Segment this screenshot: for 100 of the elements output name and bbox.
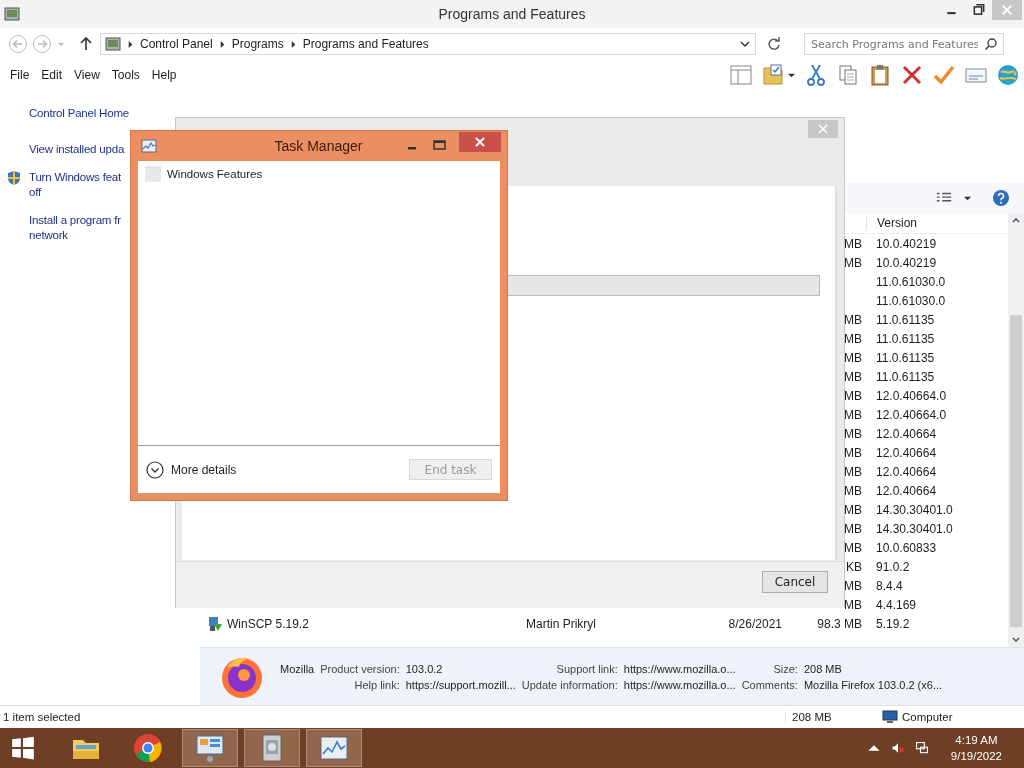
- window-title: Programs and Features: [437, 6, 587, 22]
- sidebar-link[interactable]: Install a program fr network: [29, 213, 121, 243]
- sidebar-link[interactable]: View installed upda: [29, 142, 125, 157]
- chevron-icon: [289, 39, 297, 49]
- chart-window-icon: [141, 138, 157, 154]
- shield-icon: [6, 170, 22, 186]
- detail-value: Mozilla Firefox 103.0.2 (x6...: [803, 678, 943, 691]
- folder-check-icon[interactable]: [761, 63, 785, 87]
- status-size: 208 MB: [785, 711, 874, 723]
- table-cell: MB: [844, 312, 862, 327]
- table-cell: 11.0.61135: [876, 369, 935, 384]
- scissors-icon[interactable]: [804, 63, 828, 87]
- table-cell: 11.0.61135: [876, 331, 935, 346]
- table-cell: 11.0.61135: [876, 312, 935, 327]
- table-cell: 91.0.2: [876, 559, 910, 574]
- window-title: Task Manager: [273, 138, 364, 154]
- more-details-link[interactable]: More details: [171, 462, 237, 477]
- taskbar-button[interactable]: [244, 729, 300, 767]
- paste-icon[interactable]: [868, 63, 892, 87]
- detail-label: Update information:: [521, 678, 618, 691]
- table-cell: WinSCP 5.19.2: [227, 616, 309, 631]
- start-icon[interactable]: [10, 735, 36, 761]
- menu-item[interactable]: View: [68, 68, 106, 82]
- table-cell: 4.4.169: [876, 597, 917, 612]
- table-cell: MB: [844, 407, 862, 422]
- table-cell: MB: [844, 578, 862, 593]
- clock-time[interactable]: 4:19 AM: [955, 732, 998, 748]
- table-cell: MB: [844, 597, 862, 612]
- table-cell: MB: [844, 521, 862, 536]
- globe-icon[interactable]: [996, 63, 1020, 87]
- table-cell: MB: [844, 369, 862, 384]
- refresh-icon[interactable]: [766, 36, 782, 52]
- detail-label: Product version:: [320, 662, 400, 675]
- table-cell: 12.0.40664.0: [876, 407, 947, 422]
- search-field[interactable]: Search Programs and Features: [804, 33, 1004, 55]
- table-cell: 14.30.30401.0: [876, 521, 953, 536]
- table-cell: 14.30.30401.0: [876, 502, 953, 517]
- detail-label: Size:: [772, 662, 798, 675]
- cancel-button[interactable]: Cancel: [762, 571, 828, 593]
- breadcrumb-item[interactable]: Programs and Features: [302, 37, 429, 51]
- status-text: 1 item selected: [2, 711, 81, 723]
- scrollbar[interactable]: [1008, 213, 1024, 647]
- table-cell: 12.0.40664: [876, 445, 937, 460]
- table-cell: 12.0.40664.0: [876, 388, 947, 403]
- breadcrumb-item[interactable]: Control Panel: [140, 37, 213, 51]
- publisher-name: Mozilla: [280, 662, 315, 675]
- detail-value: 103.0.2: [405, 662, 444, 675]
- taskbar-button[interactable]: [182, 729, 238, 767]
- computer-icon: [882, 709, 898, 725]
- table-cell: MB: [844, 502, 862, 517]
- detail-value: https://www.mozilla.o...: [623, 662, 736, 675]
- breadcrumb-item[interactable]: Programs: [231, 37, 284, 51]
- clock-date[interactable]: 9/19/2022: [950, 748, 1002, 764]
- table-cell: 5.19.2: [876, 616, 910, 631]
- table-cell: MB: [844, 464, 862, 479]
- close-icon[interactable]: [459, 132, 501, 152]
- control-panel-icon: [4, 6, 20, 22]
- delete-icon[interactable]: [900, 63, 924, 87]
- table-cell: KB: [846, 559, 862, 574]
- table-cell: 11.0.61030.0: [876, 293, 946, 308]
- taskbar-button[interactable]: [306, 729, 362, 767]
- table-cell: 10.0.40219: [876, 255, 937, 270]
- status-zone: Computer: [902, 711, 954, 723]
- menu-item[interactable]: Tools: [105, 68, 146, 82]
- app-name[interactable]: Windows Features: [167, 168, 263, 180]
- detail-label: Help link:: [353, 678, 400, 691]
- sidebar-link[interactable]: Control Panel Home: [29, 106, 129, 121]
- table-cell: MB: [844, 426, 862, 441]
- chevron-icon: [218, 39, 226, 49]
- menu-item[interactable]: Edit: [35, 68, 69, 82]
- chevron-icon: [127, 39, 134, 49]
- detail-value: https://support.mozill...: [405, 678, 516, 691]
- control-panel-icon: [105, 36, 121, 52]
- table-cell: MB: [844, 388, 862, 403]
- network-icon[interactable]: [914, 741, 929, 755]
- speaker-muted-icon[interactable]: [890, 741, 905, 755]
- table-cell: MB: [844, 350, 862, 365]
- dropdown-icon[interactable]: [739, 39, 751, 49]
- expand-icon[interactable]: [146, 460, 164, 479]
- menu-item[interactable]: Help: [145, 68, 183, 82]
- help-icon[interactable]: [992, 189, 1010, 207]
- detail-value: https://www.mozilla.o...: [623, 678, 736, 691]
- checkmark-icon[interactable]: [932, 63, 956, 87]
- detail-value: 208 MB: [803, 662, 843, 675]
- table-cell: 11.0.61030.0: [876, 274, 946, 289]
- table-cell: 10.0.40219: [876, 236, 937, 251]
- app-icon: [208, 615, 224, 632]
- table-cell: 8/26/2021: [728, 616, 782, 631]
- browser-icon: [132, 732, 164, 764]
- table-cell: 98.3 MB: [817, 616, 862, 631]
- sidebar-link[interactable]: Turn Windows feat off: [29, 170, 122, 200]
- address-bar[interactable]: Control Panel Programs Programs and Features: [100, 33, 756, 55]
- detail-label: Support link:: [555, 662, 618, 675]
- table-cell: 12.0.40664: [876, 426, 937, 441]
- menu-item[interactable]: File: [4, 68, 36, 82]
- table-cell: MB: [844, 540, 862, 555]
- table-cell: MB: [844, 236, 862, 251]
- table-cell: 12.0.40664: [876, 483, 937, 498]
- table-cell: 12.0.40664: [876, 464, 937, 479]
- table-cell: 10.0.60833: [876, 540, 937, 555]
